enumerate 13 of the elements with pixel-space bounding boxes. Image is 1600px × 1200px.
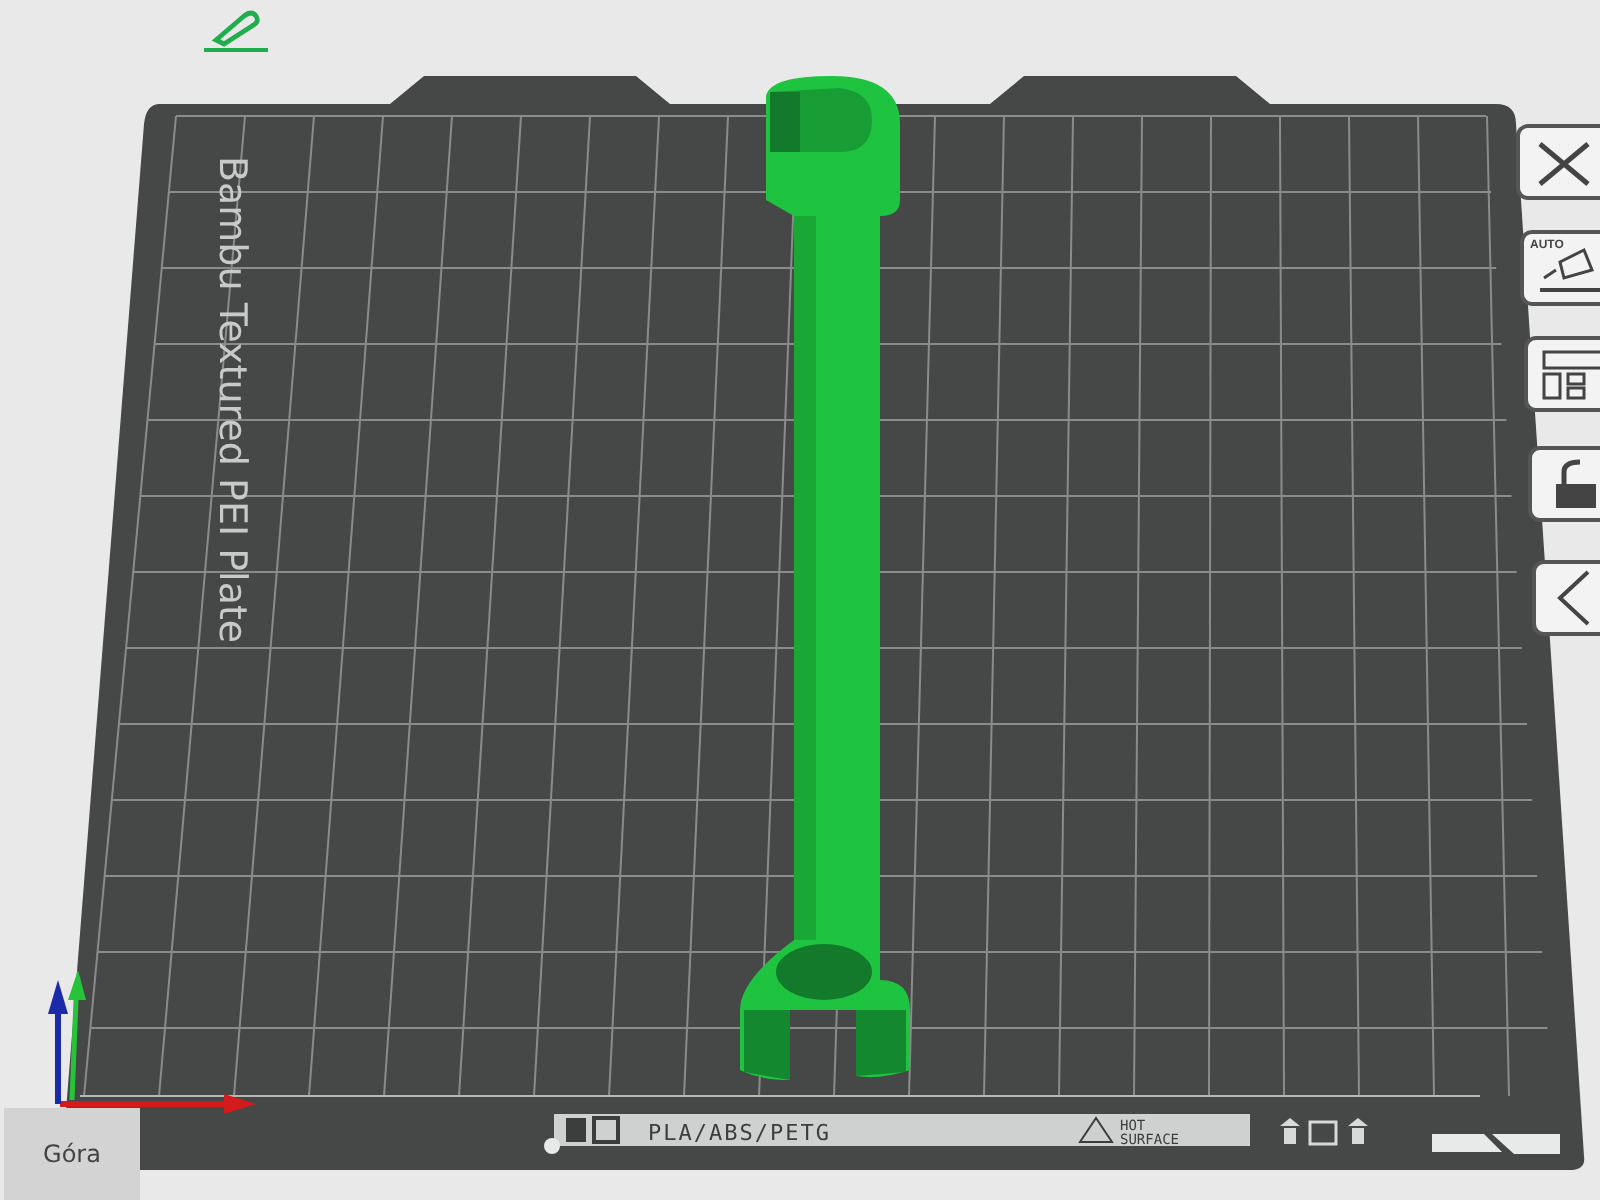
- plate-hole: [544, 1138, 560, 1154]
- lock-button[interactable]: [1528, 446, 1600, 522]
- plate-slot: [1432, 1134, 1502, 1152]
- warning-icon: [1078, 1116, 1114, 1143]
- plate-name: Bambu Textured PEI Plate: [210, 156, 254, 644]
- plate-slot: [1492, 1134, 1560, 1154]
- arrange-button[interactable]: [1524, 336, 1600, 412]
- view-button[interactable]: Góra: [4, 1108, 140, 1200]
- lock-icon: [1554, 458, 1598, 510]
- plate-logo-icon: [566, 1116, 620, 1144]
- filament-label: PLA/ABS/PETG: [648, 1120, 831, 1146]
- close-button[interactable]: [1516, 124, 1600, 200]
- plate-markers-icon: [1280, 1118, 1368, 1146]
